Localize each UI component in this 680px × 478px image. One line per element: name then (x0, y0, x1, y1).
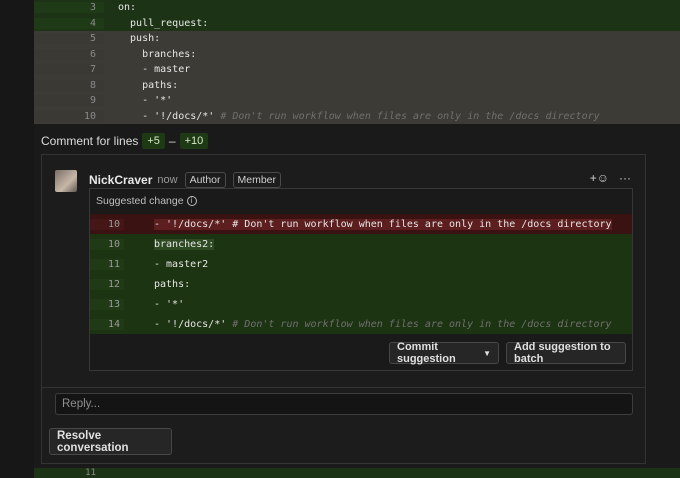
line-number: 13 (90, 298, 124, 310)
author-name[interactable]: NickCraver (89, 173, 152, 187)
code-part: - '!/docs/*' # Don't run workflow when f… (154, 218, 612, 230)
add-reaction-icon[interactable]: +☺ (590, 171, 609, 185)
add-suggestion-to-batch-button[interactable]: Add suggestion to batch (506, 341, 626, 365)
line-number[interactable]: 10 (34, 110, 104, 122)
range-end-badge: +10 (179, 133, 209, 149)
resolve-conversation-button[interactable]: Resolve conversation (49, 428, 172, 455)
diff-line: 8 paths: (34, 77, 680, 93)
code-text: branches2: (124, 238, 215, 250)
code-text: paths: (154, 278, 191, 290)
line-number: 12 (90, 278, 124, 290)
code-part: branches2: (154, 238, 215, 250)
caret-down-icon: ▼ (483, 348, 491, 358)
diff-line: 3 on: (34, 0, 680, 16)
reply-placeholder: Reply... (62, 398, 101, 410)
code-text: - master2 (154, 258, 209, 270)
line-number[interactable]: 6 (34, 48, 104, 60)
comment-header: NickCraver now Author Member (89, 172, 282, 188)
comment-timestamp[interactable]: now (157, 174, 177, 186)
suggestion-line-added: 14 - '!/docs/*' # Don't run workflow whe… (90, 314, 632, 334)
line-number[interactable]: 11 (34, 468, 104, 478)
comment-actions: +☺ ··· (590, 171, 631, 185)
code-text: - '!/docs/*' # Don't run workflow when f… (104, 111, 600, 122)
range-dash: – (168, 134, 176, 148)
line-number: 10 (90, 238, 124, 250)
commit-suggestion-label: Commit suggestion (397, 341, 456, 365)
suggestion-line-added: 13 - '*' (90, 294, 632, 314)
range-start-badge: +5 (142, 133, 165, 149)
suggestion-line-deleted: 10 - '!/docs/*' # Don't run workflow whe… (90, 214, 632, 234)
line-number: 10 (90, 218, 124, 230)
outer-gutter (0, 0, 34, 478)
diff-context: 3 on: 4 pull_request: 5 push: 6 branches… (34, 0, 680, 124)
add-suggestion-label: Add suggestion to batch (514, 341, 611, 365)
diff-line: 5 push: (34, 31, 680, 47)
code-text: branches: (118, 48, 197, 60)
line-number[interactable]: 8 (34, 79, 104, 91)
code-text: paths: (118, 79, 179, 91)
line-number[interactable]: 5 (34, 33, 104, 45)
diff-line: 9 - '*' (34, 93, 680, 109)
review-comment-thread: NickCraver now Author Member +☺ ··· Sugg… (41, 154, 646, 464)
line-number[interactable]: 7 (34, 64, 104, 76)
line-number: 11 (90, 258, 124, 270)
divider (42, 387, 645, 388)
suggested-change-title: Suggested change (96, 195, 184, 207)
member-badge: Member (232, 172, 282, 188)
suggestion-line-added: 10 branches2: (90, 234, 632, 254)
code-text: on: (118, 2, 137, 14)
code-text: - '*' (154, 298, 185, 310)
code-text: - master (118, 64, 191, 76)
diff-line: 10 - '!/docs/*' # Don't run workflow whe… (34, 108, 680, 124)
code-text: pull_request: (118, 17, 209, 29)
code-comment: # Don't run workflow when files are only… (226, 318, 612, 330)
more-options-icon[interactable]: ··· (619, 171, 631, 185)
line-number[interactable]: 3 (34, 2, 104, 14)
line-number: 14 (90, 318, 124, 330)
commit-suggestion-button[interactable]: Commit suggestion ▼ (389, 341, 499, 365)
diff-line: 4 pull_request: (34, 15, 680, 31)
code-text: push: (118, 33, 161, 45)
reply-input[interactable]: Reply... (55, 393, 633, 415)
code-text: - '*' (118, 95, 173, 107)
code-part: - '!/docs/*' (154, 318, 227, 330)
code-part: - '!/docs/*' (118, 110, 215, 122)
diff-line: 11 (34, 468, 680, 478)
code-comment: # Don't run workflow when files are only… (214, 110, 600, 122)
code-text: - '!/docs/*' # Don't run workflow when f… (124, 218, 612, 230)
suggested-change-header: Suggested change i (90, 189, 632, 213)
suggested-change-box: Suggested change i 10 - '!/docs/*' # Don… (89, 188, 633, 371)
diff-line: 7 - master (34, 62, 680, 78)
suggestion-line-added: 12 paths: (90, 274, 632, 294)
avatar[interactable] (55, 170, 77, 192)
info-icon[interactable]: i (186, 196, 197, 206)
comment-range-label: Comment for lines (41, 134, 139, 148)
suggestion-line-added: 11 - master2 (90, 254, 632, 274)
line-number[interactable]: 9 (34, 95, 104, 107)
code-text: - '!/docs/*' # Don't run workflow when f… (124, 319, 612, 330)
author-badge: Author (184, 172, 226, 188)
diff-line: 6 branches: (34, 46, 680, 62)
line-number[interactable]: 4 (34, 17, 104, 29)
comment-range-header: Comment for lines +5 – +10 (41, 132, 209, 150)
resolve-conversation-label: Resolve conversation (57, 429, 129, 454)
